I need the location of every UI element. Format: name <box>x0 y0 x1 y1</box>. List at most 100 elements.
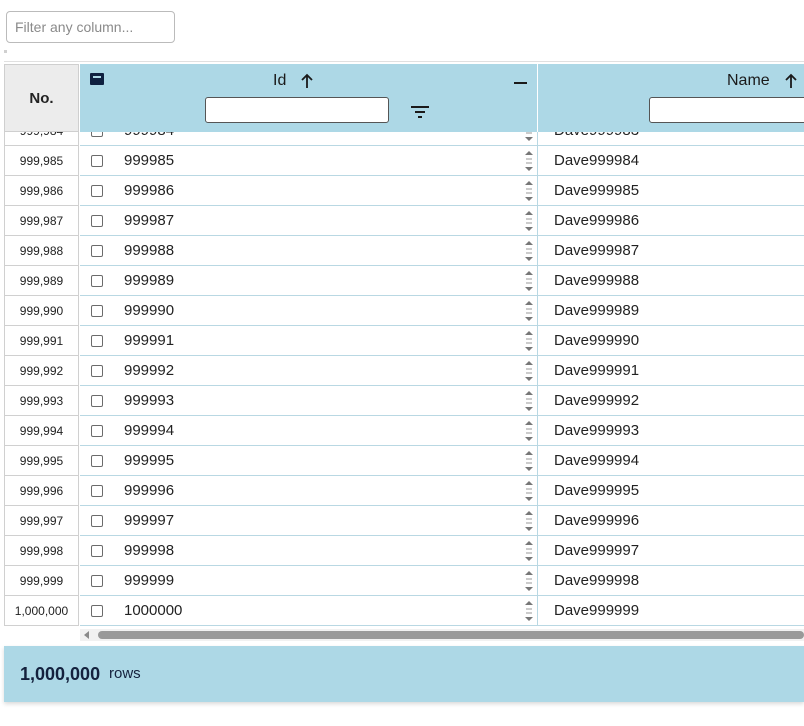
id-cell[interactable]: 999999 <box>124 566 174 596</box>
stepper-icon[interactable] <box>524 270 534 292</box>
id-cell[interactable]: 999988 <box>124 236 174 266</box>
table-row[interactable]: 999,985 999985 Dave999984 <box>4 146 804 176</box>
name-cell[interactable]: Dave999998 <box>554 566 639 596</box>
row-checkbox[interactable] <box>91 305 103 317</box>
name-cell[interactable]: Dave999985 <box>554 176 639 206</box>
stepper-icon[interactable] <box>524 210 534 232</box>
column-divider[interactable] <box>537 64 538 132</box>
table-row[interactable]: 999,987 999987 Dave999986 <box>4 206 804 236</box>
stepper-icon[interactable] <box>524 132 534 142</box>
table-row[interactable]: 999,993 999993 Dave999992 <box>4 386 804 416</box>
name-cell[interactable]: Dave999993 <box>554 416 639 446</box>
filter-icon[interactable] <box>410 105 430 119</box>
row-checkbox[interactable] <box>91 185 103 197</box>
name-cell[interactable]: Dave999991 <box>554 356 639 386</box>
row-checkbox[interactable] <box>91 365 103 377</box>
id-cell[interactable]: 999986 <box>124 176 174 206</box>
stepper-icon[interactable] <box>524 450 534 472</box>
id-cell[interactable]: 999992 <box>124 356 174 386</box>
stepper-icon[interactable] <box>524 570 534 592</box>
stepper-icon[interactable] <box>524 180 534 202</box>
row-checkbox[interactable] <box>91 605 103 617</box>
name-cell[interactable]: Dave999986 <box>554 206 639 236</box>
name-cell[interactable]: Dave999994 <box>554 446 639 476</box>
column-menu-icon[interactable] <box>90 73 104 85</box>
id-cell[interactable]: 999987 <box>124 206 174 236</box>
name-cell[interactable]: Dave999989 <box>554 296 639 326</box>
name-filter-input[interactable] <box>649 97 804 123</box>
name-cell[interactable]: Dave999990 <box>554 326 639 356</box>
table-row[interactable]: 999,989 999989 Dave999988 <box>4 266 804 296</box>
stepper-icon[interactable] <box>524 390 534 412</box>
name-cell[interactable]: Dave999984 <box>554 146 639 176</box>
row-checkbox[interactable] <box>91 215 103 227</box>
table-row[interactable]: 999,998 999998 Dave999997 <box>4 536 804 566</box>
name-cell[interactable]: Dave999997 <box>554 536 639 566</box>
table-row[interactable]: 1,000,000 1000000 Dave999999 <box>4 596 804 626</box>
row-checkbox[interactable] <box>91 515 103 527</box>
name-cell[interactable]: Dave999987 <box>554 236 639 266</box>
name-cell[interactable]: Dave999992 <box>554 386 639 416</box>
id-filter-input[interactable] <box>205 97 389 123</box>
stepper-icon[interactable] <box>524 600 534 622</box>
id-cell[interactable]: 999990 <box>124 296 174 326</box>
row-checkbox[interactable] <box>91 455 103 467</box>
id-cell[interactable]: 1000000 <box>124 596 182 626</box>
name-cell[interactable]: Dave999995 <box>554 476 639 506</box>
stepper-icon[interactable] <box>524 480 534 502</box>
id-cell[interactable]: 999994 <box>124 416 174 446</box>
table-row[interactable]: 999,999 999999 Dave999998 <box>4 566 804 596</box>
stepper-icon[interactable] <box>524 150 534 172</box>
stepper-icon[interactable] <box>524 510 534 532</box>
row-checkbox[interactable] <box>91 575 103 587</box>
name-cell[interactable]: Dave999988 <box>554 266 639 296</box>
sort-ascending-icon[interactable] <box>300 73 314 89</box>
table-row[interactable]: 999,988 999988 Dave999987 <box>4 236 804 266</box>
scroll-left-icon[interactable] <box>84 631 89 639</box>
row-number: 999,987 <box>4 206 79 236</box>
table-row[interactable]: 999,997 999997 Dave999996 <box>4 506 804 536</box>
name-cell[interactable]: Dave999996 <box>554 506 639 536</box>
id-cell[interactable]: 999997 <box>124 506 174 536</box>
name-column-header[interactable]: Name <box>727 72 798 90</box>
table-row[interactable]: 999,990 999990 Dave999989 <box>4 296 804 326</box>
stepper-icon[interactable] <box>524 330 534 352</box>
id-cell[interactable]: 999996 <box>124 476 174 506</box>
row-checkbox[interactable] <box>91 335 103 347</box>
table-row[interactable]: 999,986 999986 Dave999985 <box>4 176 804 206</box>
name-cell[interactable]: Dave999999 <box>554 596 639 626</box>
id-cell[interactable]: 999998 <box>124 536 174 566</box>
scroll-thumb[interactable] <box>98 631 804 639</box>
id-column-header[interactable]: Id <box>273 72 314 90</box>
table-row[interactable]: 999,995 999995 Dave999994 <box>4 446 804 476</box>
table-row[interactable]: 999,991 999991 Dave999990 <box>4 326 804 356</box>
name-cell[interactable]: Dave999983 <box>554 132 639 146</box>
collapse-icon[interactable] <box>514 82 527 84</box>
id-cell[interactable]: 999991 <box>124 326 174 356</box>
row-checkbox[interactable] <box>91 395 103 407</box>
row-checkbox[interactable] <box>91 425 103 437</box>
table-row[interactable]: 999,994 999994 Dave999993 <box>4 416 804 446</box>
stepper-icon[interactable] <box>524 360 534 382</box>
stepper-icon[interactable] <box>524 240 534 262</box>
row-checkbox[interactable] <box>91 275 103 287</box>
row-checkbox[interactable] <box>91 155 103 167</box>
table-row[interactable]: 999,992 999992 Dave999991 <box>4 356 804 386</box>
global-filter-input[interactable] <box>6 11 175 43</box>
id-cell[interactable]: 999989 <box>124 266 174 296</box>
id-cell[interactable]: 999985 <box>124 146 174 176</box>
stepper-icon[interactable] <box>524 420 534 442</box>
id-cell[interactable]: 999984 <box>124 132 174 146</box>
stepper-icon[interactable] <box>524 540 534 562</box>
horizontal-scrollbar[interactable] <box>80 629 804 641</box>
sort-ascending-icon[interactable] <box>784 73 798 89</box>
row-checkbox[interactable] <box>91 245 103 257</box>
row-checkbox[interactable] <box>91 485 103 497</box>
id-cell[interactable]: 999995 <box>124 446 174 476</box>
stepper-icon[interactable] <box>524 300 534 322</box>
row-checkbox[interactable] <box>91 545 103 557</box>
id-cell[interactable]: 999993 <box>124 386 174 416</box>
table-row[interactable]: 999,984 999984 Dave999983 <box>4 132 804 146</box>
table-row[interactable]: 999,996 999996 Dave999995 <box>4 476 804 506</box>
row-checkbox[interactable] <box>91 132 103 137</box>
